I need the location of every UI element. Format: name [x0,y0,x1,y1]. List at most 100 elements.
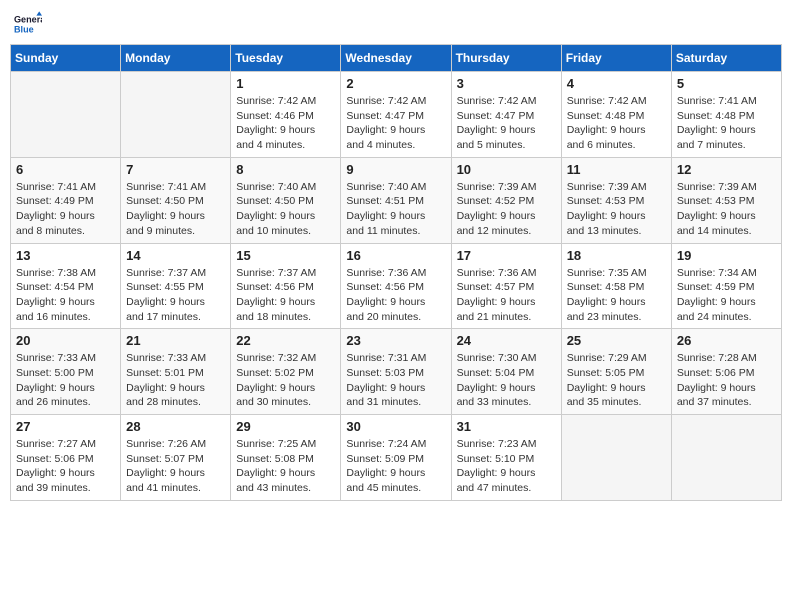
weekday-header-saturday: Saturday [671,45,781,72]
day-number: 23 [346,333,445,348]
day-info: Sunrise: 7:30 AM Sunset: 5:04 PM Dayligh… [457,351,556,410]
weekday-header-thursday: Thursday [451,45,561,72]
day-info: Sunrise: 7:40 AM Sunset: 4:50 PM Dayligh… [236,180,335,239]
calendar-cell: 1 Sunrise: 7:42 AM Sunset: 4:46 PM Daylig… [231,72,341,158]
calendar-cell [561,415,671,501]
calendar-cell: 10 Sunrise: 7:39 AM Sunset: 4:52 PM Dayli… [451,157,561,243]
svg-text:Blue: Blue [14,24,34,34]
calendar-cell: 9 Sunrise: 7:40 AM Sunset: 4:51 PM Daylig… [341,157,451,243]
day-number: 13 [16,248,115,263]
day-info: Sunrise: 7:26 AM Sunset: 5:07 PM Dayligh… [126,437,225,496]
day-info: Sunrise: 7:27 AM Sunset: 5:06 PM Dayligh… [16,437,115,496]
day-info: Sunrise: 7:34 AM Sunset: 4:59 PM Dayligh… [677,266,776,325]
calendar-cell: 21Sunrise: 7:33 AM Sunset: 5:01 PM Dayli… [121,329,231,415]
day-number: 17 [457,248,556,263]
day-info: Sunrise: 7:29 AM Sunset: 5:05 PM Dayligh… [567,351,666,410]
day-info: Sunrise: 7:33 AM Sunset: 5:01 PM Dayligh… [126,351,225,410]
calendar-week-1: 1 Sunrise: 7:42 AM Sunset: 4:46 PM Daylig… [11,72,782,158]
weekday-header-monday: Monday [121,45,231,72]
day-number: 30 [346,419,445,434]
day-info: Sunrise: 7:39 AM Sunset: 4:52 PM Dayligh… [457,180,556,239]
calendar-week-2: 6 Sunrise: 7:41 AM Sunset: 4:49 PM Daylig… [11,157,782,243]
calendar-cell: 17 Sunrise: 7:36 AM Sunset: 4:57 PM Dayli… [451,243,561,329]
day-number: 2 [346,76,445,91]
calendar-cell: 8 Sunrise: 7:40 AM Sunset: 4:50 PM Daylig… [231,157,341,243]
day-number: 1 [236,76,335,91]
day-info: Sunrise: 7:31 AM Sunset: 5:03 PM Dayligh… [346,351,445,410]
calendar-cell: 30Sunrise: 7:24 AM Sunset: 5:09 PM Dayli… [341,415,451,501]
day-info: Sunrise: 7:42 AM Sunset: 4:47 PM Dayligh… [457,94,556,153]
calendar-cell: 25 Sunrise: 7:29 AM Sunset: 5:05 PM Dayli… [561,329,671,415]
calendar-cell: 27 Sunrise: 7:27 AM Sunset: 5:06 PM Dayli… [11,415,121,501]
calendar-body: 1 Sunrise: 7:42 AM Sunset: 4:46 PM Daylig… [11,72,782,501]
calendar-cell: 23 Sunrise: 7:31 AM Sunset: 5:03 PM Dayli… [341,329,451,415]
day-info: Sunrise: 7:36 AM Sunset: 4:57 PM Dayligh… [457,266,556,325]
logo-icon: General Blue [14,10,42,38]
day-info: Sunrise: 7:42 AM Sunset: 4:46 PM Dayligh… [236,94,335,153]
weekday-header-sunday: Sunday [11,45,121,72]
day-info: Sunrise: 7:37 AM Sunset: 4:55 PM Dayligh… [126,266,225,325]
calendar-week-4: 20Sunrise: 7:33 AM Sunset: 5:00 PM Dayli… [11,329,782,415]
day-info: Sunrise: 7:32 AM Sunset: 5:02 PM Dayligh… [236,351,335,410]
calendar-cell: 15Sunrise: 7:37 AM Sunset: 4:56 PM Dayli… [231,243,341,329]
day-number: 10 [457,162,556,177]
logo: General Blue [14,10,46,38]
day-number: 22 [236,333,335,348]
calendar-cell: 14 Sunrise: 7:37 AM Sunset: 4:55 PM Dayli… [121,243,231,329]
day-info: Sunrise: 7:40 AM Sunset: 4:51 PM Dayligh… [346,180,445,239]
day-number: 4 [567,76,666,91]
day-number: 31 [457,419,556,434]
day-number: 7 [126,162,225,177]
day-number: 18 [567,248,666,263]
day-number: 9 [346,162,445,177]
calendar-week-5: 27 Sunrise: 7:27 AM Sunset: 5:06 PM Dayli… [11,415,782,501]
calendar-cell: 12 Sunrise: 7:39 AM Sunset: 4:53 PM Dayli… [671,157,781,243]
day-number: 12 [677,162,776,177]
calendar-cell: 3 Sunrise: 7:42 AM Sunset: 4:47 PM Daylig… [451,72,561,158]
day-info: Sunrise: 7:42 AM Sunset: 4:47 PM Dayligh… [346,94,445,153]
day-number: 28 [126,419,225,434]
day-info: Sunrise: 7:35 AM Sunset: 4:58 PM Dayligh… [567,266,666,325]
calendar-cell: 5 Sunrise: 7:41 AM Sunset: 4:48 PM Daylig… [671,72,781,158]
day-info: Sunrise: 7:38 AM Sunset: 4:54 PM Dayligh… [16,266,115,325]
calendar-cell: 2 Sunrise: 7:42 AM Sunset: 4:47 PM Daylig… [341,72,451,158]
weekday-header-tuesday: Tuesday [231,45,341,72]
day-number: 19 [677,248,776,263]
day-info: Sunrise: 7:41 AM Sunset: 4:50 PM Dayligh… [126,180,225,239]
calendar-cell: 20Sunrise: 7:33 AM Sunset: 5:00 PM Dayli… [11,329,121,415]
day-number: 3 [457,76,556,91]
calendar-table: SundayMondayTuesdayWednesdayThursdayFrid… [10,44,782,501]
calendar-cell: 11Sunrise: 7:39 AM Sunset: 4:53 PM Dayli… [561,157,671,243]
calendar-week-3: 13 Sunrise: 7:38 AM Sunset: 4:54 PM Dayli… [11,243,782,329]
day-info: Sunrise: 7:36 AM Sunset: 4:56 PM Dayligh… [346,266,445,325]
calendar-cell [671,415,781,501]
day-number: 25 [567,333,666,348]
calendar-cell: 19 Sunrise: 7:34 AM Sunset: 4:59 PM Dayli… [671,243,781,329]
day-info: Sunrise: 7:41 AM Sunset: 4:49 PM Dayligh… [16,180,115,239]
calendar-cell: 24 Sunrise: 7:30 AM Sunset: 5:04 PM Dayli… [451,329,561,415]
calendar-cell: 16Sunrise: 7:36 AM Sunset: 4:56 PM Dayli… [341,243,451,329]
calendar-cell: 4 Sunrise: 7:42 AM Sunset: 4:48 PM Daylig… [561,72,671,158]
day-number: 29 [236,419,335,434]
day-info: Sunrise: 7:37 AM Sunset: 4:56 PM Dayligh… [236,266,335,325]
calendar-cell: 6 Sunrise: 7:41 AM Sunset: 4:49 PM Daylig… [11,157,121,243]
day-info: Sunrise: 7:39 AM Sunset: 4:53 PM Dayligh… [567,180,666,239]
day-info: Sunrise: 7:33 AM Sunset: 5:00 PM Dayligh… [16,351,115,410]
page-header: General Blue [10,10,782,38]
calendar-cell: 29Sunrise: 7:25 AM Sunset: 5:08 PM Dayli… [231,415,341,501]
day-number: 6 [16,162,115,177]
day-info: Sunrise: 7:41 AM Sunset: 4:48 PM Dayligh… [677,94,776,153]
day-number: 8 [236,162,335,177]
day-number: 14 [126,248,225,263]
day-info: Sunrise: 7:39 AM Sunset: 4:53 PM Dayligh… [677,180,776,239]
calendar-cell: 28 Sunrise: 7:26 AM Sunset: 5:07 PM Dayli… [121,415,231,501]
weekday-header-wednesday: Wednesday [341,45,451,72]
day-number: 5 [677,76,776,91]
calendar-cell [121,72,231,158]
day-number: 27 [16,419,115,434]
day-number: 24 [457,333,556,348]
day-info: Sunrise: 7:23 AM Sunset: 5:10 PM Dayligh… [457,437,556,496]
day-number: 26 [677,333,776,348]
calendar-cell: 7 Sunrise: 7:41 AM Sunset: 4:50 PM Daylig… [121,157,231,243]
day-info: Sunrise: 7:42 AM Sunset: 4:48 PM Dayligh… [567,94,666,153]
